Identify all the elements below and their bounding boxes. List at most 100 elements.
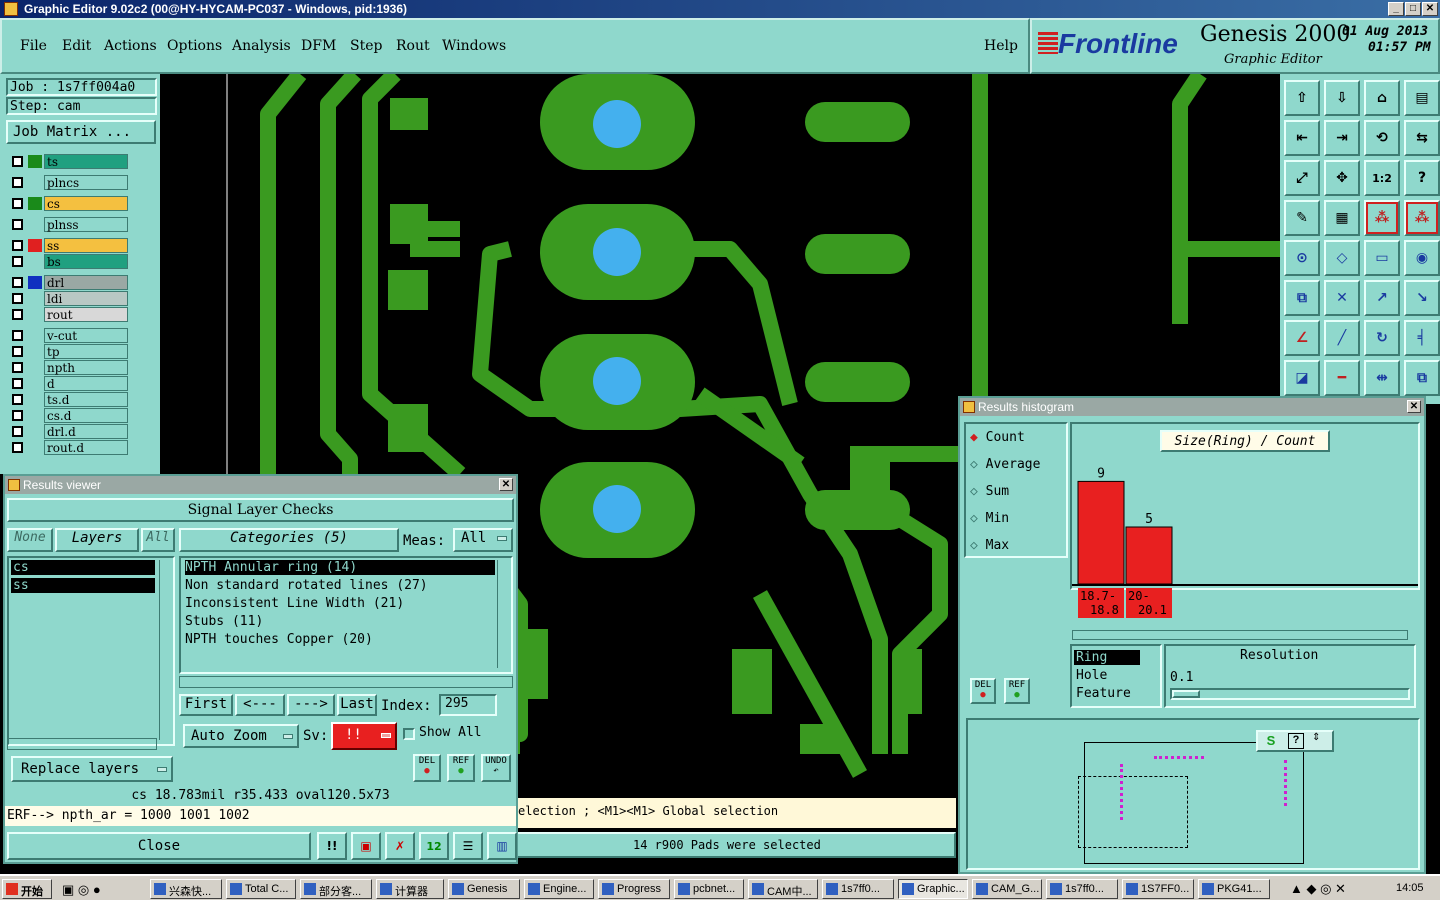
menu-actions[interactable]: Actions [104,38,157,54]
snap-red2-icon[interactable]: ⁂ [1404,200,1440,236]
histogram-svg[interactable]: 918.7-18.8520-20.1 [1072,452,1418,624]
layer-row-ldi[interactable]: ldi [10,291,128,306]
layer-checkbox[interactable] [12,426,23,437]
arc-icon[interactable]: ↻ [1364,320,1400,356]
panel-icon[interactable]: ▤ [1404,80,1440,116]
layer-row-ss[interactable]: ss [10,238,128,253]
feature-type-item-selected[interactable]: Ring [1074,650,1140,665]
split-icon[interactable]: ╡ [1404,320,1440,356]
minimize-button[interactable]: _ [1388,2,1404,16]
taskbar-item[interactable]: 兴森快... [150,879,222,899]
first-button[interactable]: First [179,694,233,716]
layer-checkbox[interactable] [12,256,23,267]
layer-color-swatch[interactable] [28,409,42,422]
measure-icon[interactable]: ⇹ [1364,360,1400,396]
report-icon[interactable]: !! [317,832,347,860]
layer-color-swatch[interactable] [28,239,42,252]
prev-button[interactable]: <--- [235,694,285,716]
layer-row-drl[interactable]: drl [10,275,128,290]
last-button[interactable]: Last [337,694,377,716]
snap-icon[interactable]: S [1262,733,1280,749]
layer-checkbox[interactable] [12,293,23,304]
tray-icons[interactable]: ▲ ◆ ◎ ✕ [1290,881,1346,897]
pad-icon[interactable]: ⊙ [1284,240,1320,276]
layer-row-plnss[interactable]: plnss [10,217,128,232]
ruler-icon[interactable]: ▭ [1364,240,1400,276]
feature-type-item[interactable]: Feature [1076,686,1131,701]
mode-average-radio[interactable]: ◇ Average [970,457,1040,472]
layer-checkbox[interactable] [12,219,23,230]
layer-row-rout[interactable]: rout [10,307,128,322]
taskbar-item[interactable]: PKG41... [1198,879,1270,899]
menu-edit[interactable]: Edit [62,38,91,54]
category-hscrollbar[interactable] [179,676,513,688]
chart-icon[interactable]: ▥ [487,832,517,860]
help-icon[interactable]: ? [1288,733,1304,749]
menu-help[interactable]: Help [984,38,1018,54]
hist-del-button[interactable]: DEL ● [970,678,996,704]
layer-list-scrollbar[interactable] [159,560,171,740]
layer-color-swatch[interactable] [28,218,42,231]
layer-checkbox[interactable] [12,442,23,453]
taskbar-item[interactable]: CAM中... [748,879,818,899]
layer-row-drl-d[interactable]: drl.d [10,424,128,439]
del-button[interactable]: DEL ● [413,754,441,782]
taskbar-item[interactable]: Total C... [226,879,296,899]
layer-name[interactable]: d [44,376,128,391]
move-icon[interactable]: ↗ [1364,280,1400,316]
spinner-icon[interactable]: ⇕ [1312,732,1320,743]
grid-icon[interactable]: ▦ [1324,200,1360,236]
layer-name[interactable]: ts.d [44,392,128,407]
layer-row-v-cut[interactable]: v-cut [10,328,128,343]
check-set-header[interactable]: Signal Layer Checks [7,498,514,522]
layer-checkbox[interactable] [12,177,23,188]
left-icon[interactable]: ⇤ [1284,120,1320,156]
taskbar-item[interactable]: Engine... [524,879,594,899]
resolution-slider[interactable] [1170,688,1410,700]
menu-analysis[interactable]: Analysis [232,38,291,54]
layer-color-swatch[interactable] [28,377,42,390]
layer-row-cs[interactable]: cs [10,196,128,211]
replace-layers-select[interactable]: Replace layers [11,756,173,782]
layer-checkbox[interactable] [12,394,23,405]
mirror-icon[interactable]: ⇆ [1404,120,1440,156]
mode-count-radio[interactable]: ◆ Count [970,430,1025,445]
category-item-selected[interactable]: NPTH Annular ring (14) [185,560,495,575]
close-button[interactable]: Close [7,832,311,860]
taskbar-item[interactable]: 1S7FF0... [1122,879,1194,899]
layer-hscrollbar[interactable] [7,738,157,750]
layer-color-swatch[interactable] [28,361,42,374]
taskbar-item[interactable]: Graphic... [898,879,968,899]
layer-color-swatch[interactable] [28,276,42,289]
layer-color-swatch[interactable] [28,393,42,406]
taskbar-item[interactable]: 计算器 [376,879,444,899]
layer-color-swatch[interactable] [28,255,42,268]
mode-sum-radio[interactable]: ◇ Sum [970,484,1009,499]
layer-row-tp[interactable]: tp [10,344,128,359]
layer-name[interactable]: cs [44,196,128,211]
taskbar-item[interactable]: 1s7ff0... [1046,879,1118,899]
rotate-icon[interactable]: ⟲ [1364,120,1400,156]
select-icon[interactable]: ◉ [1404,240,1440,276]
compare-icon[interactable]: 12 [419,832,449,860]
category-item[interactable]: Stubs (11) [185,614,263,629]
snap-red-icon[interactable]: ⁂ [1364,200,1400,236]
taskbar-item[interactable]: pcbnet... [674,879,744,899]
layer-color-swatch[interactable] [28,441,42,454]
layer-checkbox[interactable] [12,330,23,341]
severity-select[interactable]: !! [331,722,397,750]
group-icon[interactable]: ⧉ [1404,360,1440,396]
layer-row-rout-d[interactable]: rout.d [10,440,128,455]
layer-name[interactable]: ldi [44,291,128,306]
start-button[interactable]: 开始 [2,879,52,899]
taskbar-item[interactable]: Progress [598,879,670,899]
feature-type-item[interactable]: Hole [1076,668,1107,683]
layer-color-swatch[interactable] [28,425,42,438]
result-layer-item[interactable]: ss [11,578,155,593]
layer-name[interactable]: plncs [44,175,128,190]
layer-checkbox[interactable] [12,309,23,320]
layer-row-cs-d[interactable]: cs.d [10,408,128,423]
layer-name[interactable]: npth [44,360,128,375]
menu-options[interactable]: Options [167,38,222,54]
taskbar-item[interactable]: 1s7ff0... [822,879,894,899]
